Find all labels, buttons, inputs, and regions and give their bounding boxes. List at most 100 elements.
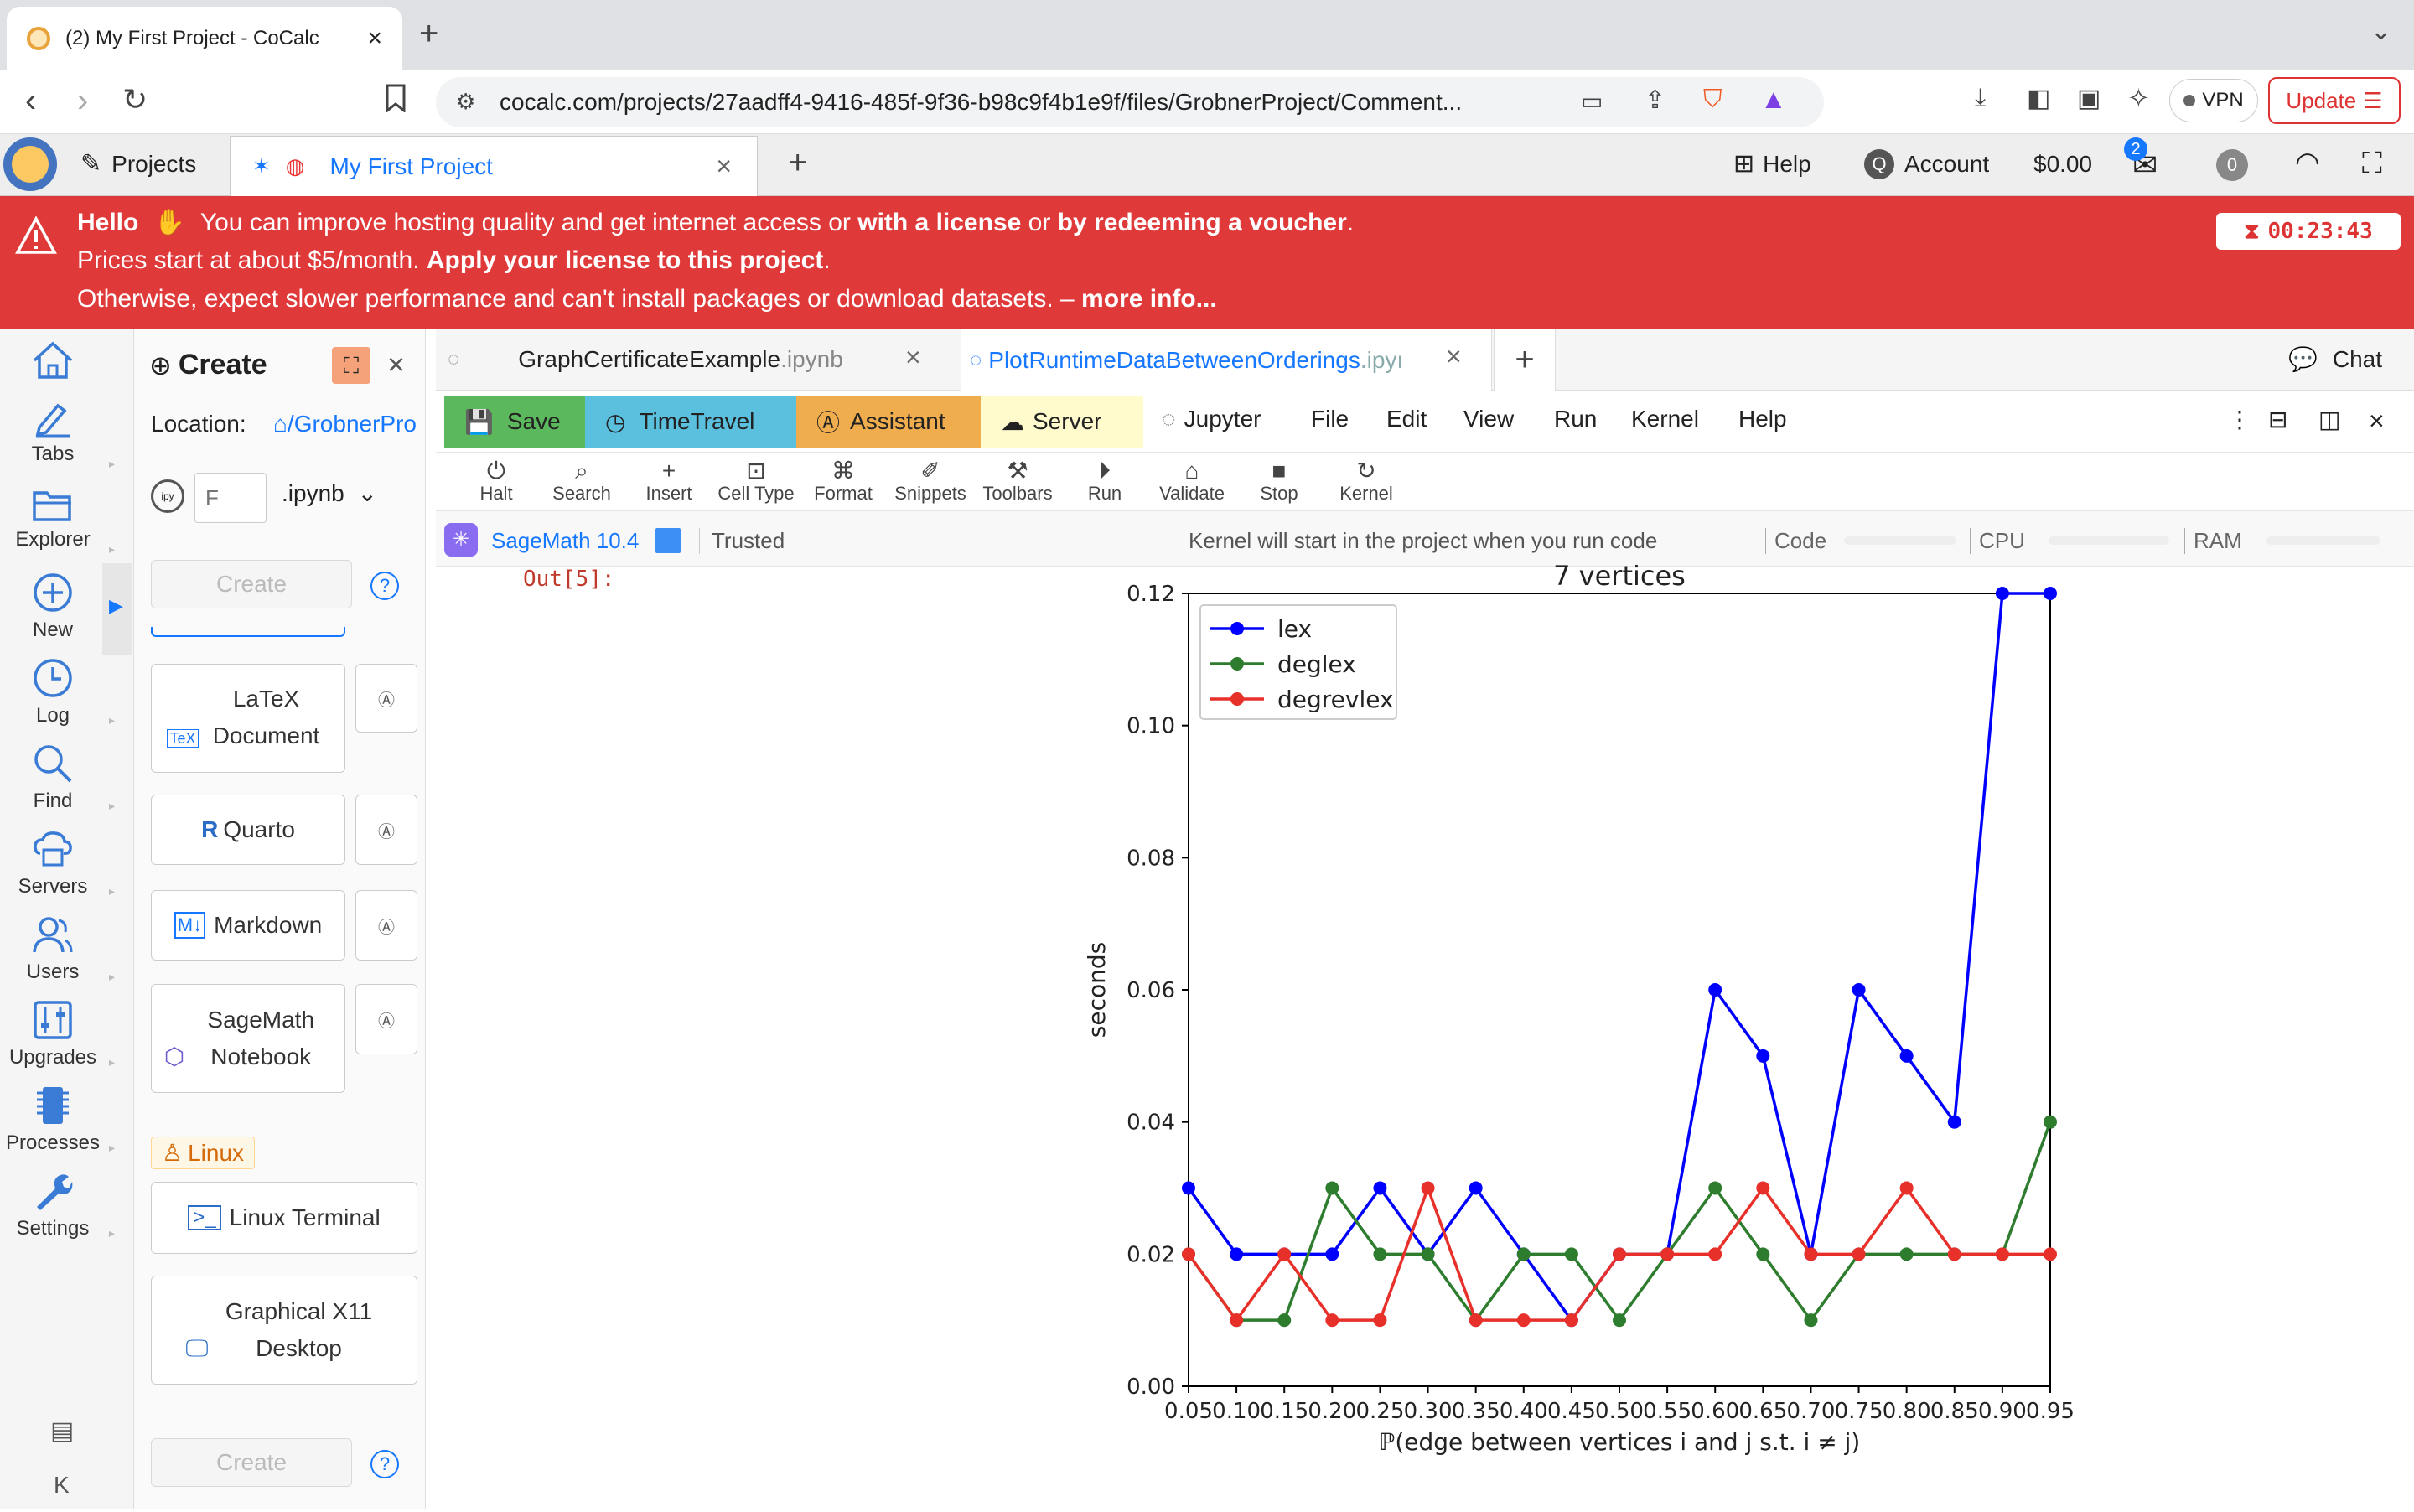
connection-wifi-icon[interactable]: ◠ [2295, 146, 2320, 179]
vpn-button[interactable]: VPN [2169, 79, 2258, 122]
close-tab-icon[interactable]: × [367, 24, 382, 53]
split-horizontal-icon[interactable]: ⊟ [2268, 406, 2287, 433]
site-settings-icon[interactable]: ⚙ [456, 89, 475, 115]
timetravel-button[interactable]: ◷ TimeTravel [585, 396, 796, 448]
save-button[interactable]: 💾 Save [444, 396, 585, 448]
sidebar-toggle-icon[interactable]: ◧ [2027, 84, 2050, 113]
jupyter-menu[interactable]: ◌ Jupyter [1162, 406, 1261, 432]
download-icon[interactable]: ⤓ [1975, 84, 1986, 112]
trusted-label[interactable]: Trusted [699, 528, 785, 554]
rail-settings[interactable]: Settings [0, 1170, 106, 1240]
voucher-link[interactable]: by redeeming a voucher [1058, 209, 1347, 236]
tab-list-chevron-icon[interactable]: ⌄ [2370, 17, 2391, 46]
latex-ai-button[interactable]: Ⓐ [355, 664, 417, 733]
server-button[interactable]: ☁ Server [981, 396, 1143, 448]
balance[interactable]: $0.00 [2033, 151, 2092, 178]
file-tab-graph-certificate[interactable]: ◌ GraphCertificateExample .ipynb × [436, 329, 956, 391]
back-icon[interactable]: ‹ [25, 82, 36, 120]
tool-snippets[interactable]: ✐ Snippets [888, 453, 972, 505]
linux-terminal-button[interactable]: >_ Linux Terminal [151, 1182, 417, 1254]
tool-toolbars[interactable]: ⚒ Toolbars [976, 453, 1059, 505]
menu-run[interactable]: Run [1554, 406, 1597, 432]
new-project-tab-icon[interactable]: + [788, 144, 807, 182]
create-button-top[interactable]: Create [151, 560, 352, 608]
location-path[interactable]: ⌂/GrobnerPro [273, 411, 426, 438]
menu-kernel[interactable]: Kernel [1631, 406, 1699, 432]
account-nav-item[interactable]: Q Account [1864, 149, 1989, 179]
split-vertical-icon[interactable]: ◫ [2318, 406, 2340, 433]
fullscreen-icon[interactable]: ⛶ [2362, 148, 2382, 180]
extension-select[interactable]: .ipynb ⌄ [282, 479, 377, 507]
menu-help[interactable]: Help [1738, 406, 1787, 432]
close-active-file-tab-icon[interactable]: × [1446, 341, 1462, 372]
tool-run[interactable]: ⏵ Run [1063, 453, 1147, 505]
update-button[interactable]: Update ☰ [2268, 77, 2401, 124]
markdown-ai-button[interactable]: Ⓐ [355, 890, 417, 961]
rail-new[interactable]: New [0, 572, 106, 642]
more-info-link[interactable]: more info... [1081, 285, 1217, 313]
rail-servers[interactable]: Servers [0, 828, 106, 898]
rewards-icon[interactable]: ▲ [1760, 84, 1787, 115]
browser-tab[interactable]: (2) My First Project - CoCalc × [7, 7, 402, 70]
markdown-button[interactable]: M↓ Markdown [151, 890, 345, 961]
menu-file[interactable]: File [1311, 406, 1349, 432]
close-panel-icon[interactable]: × [387, 347, 405, 382]
quarto-ai-button[interactable]: Ⓐ [355, 795, 417, 865]
layout-toggle-icon[interactable]: ▤ [50, 1416, 74, 1446]
projects-nav-item[interactable]: ✎ Projects [80, 149, 196, 179]
rail-tabs[interactable]: Tabs [0, 399, 106, 466]
cast-icon[interactable]: ▭ [1581, 87, 1603, 115]
license-link[interactable]: with a license [857, 209, 1021, 236]
x11-desktop-button[interactable]: 🖵 Graphical X11 Desktop [151, 1276, 417, 1385]
tool-insert[interactable]: + Insert [627, 453, 711, 505]
tool-search[interactable]: ⌕ Search [540, 453, 624, 505]
reload-icon[interactable]: ↻ [122, 82, 148, 117]
latex-document-button[interactable]: TeX LaTeX Document [151, 664, 345, 773]
tool-cell-type[interactable]: ⊡ Cell Type [714, 453, 798, 505]
assistant-button[interactable]: Ⓐ Assistant [796, 396, 981, 448]
brave-shield-icon[interactable]: ⛉ [1703, 85, 1722, 114]
help-circle-icon-bottom[interactable]: ? [370, 1450, 399, 1478]
close-project-tab-icon[interactable]: × [716, 151, 732, 182]
tool-halt[interactable]: ⏻ Halt [454, 453, 538, 505]
home-nav-item[interactable] [0, 340, 106, 386]
rail-users[interactable]: Users [0, 914, 106, 984]
tool-validate[interactable]: ⌂ Validate [1150, 453, 1234, 505]
chat-button[interactable]: 💬 Chat [2288, 345, 2382, 373]
menu-view[interactable]: View [1463, 406, 1514, 432]
project-tab[interactable]: ✶ ◍ My First Project × [230, 136, 758, 196]
leo-ai-icon[interactable]: ✧ [2127, 82, 2150, 114]
rail-find[interactable]: Find [0, 743, 106, 813]
rail-log[interactable]: Log [0, 657, 106, 728]
tool-stop[interactable]: ■ Stop [1237, 453, 1321, 505]
filename-input[interactable] [194, 473, 267, 523]
expand-panel-icon[interactable]: ⛶ [332, 347, 370, 384]
cocalc-logo-icon[interactable] [3, 137, 57, 191]
rail-processes[interactable]: Processes [0, 1085, 106, 1155]
kernel-name[interactable]: SageMath 10.4 [491, 528, 639, 554]
new-file-tab-button[interactable]: + [1494, 329, 1556, 391]
zero-badge[interactable]: 0 [2216, 149, 2248, 181]
help-circle-icon[interactable]: ? [370, 572, 399, 600]
url-field[interactable]: ⚙ cocalc.com/projects/27aadff4-9416-485f… [436, 77, 1824, 127]
quarto-button[interactable]: R Quarto [151, 795, 345, 865]
close-file-tab-icon[interactable]: × [905, 342, 921, 373]
sagemath-notebook-button[interactable]: ⬡ SageMath Notebook [151, 984, 345, 1093]
menu-edit[interactable]: Edit [1386, 406, 1427, 432]
forward-icon[interactable]: › [77, 82, 88, 120]
close-frame-icon[interactable]: × [2369, 406, 2385, 437]
file-tab-plot-runtime[interactable]: ◌ PlotRuntimeDataBetweenOrderings .ipyı × [961, 329, 1492, 391]
collapse-rail-icon[interactable]: K [54, 1472, 70, 1499]
new-tab-icon[interactable]: + [419, 15, 438, 53]
create-button-bottom[interactable]: Create [151, 1438, 352, 1487]
rail-upgrades[interactable]: Upgrades [0, 999, 106, 1069]
tool-format[interactable]: ⌘ Format [801, 453, 885, 505]
share-icon[interactable]: ⇪ [1645, 85, 1665, 115]
wallet-icon[interactable]: ▣ [2077, 84, 2101, 113]
more-vertical-icon[interactable]: ⋮ [2228, 406, 2251, 433]
help-nav-item[interactable]: ⊞ Help [1733, 149, 1811, 179]
bookmark-icon[interactable] [384, 84, 407, 112]
tool-kernel[interactable]: ↻ Kernel [1324, 453, 1408, 505]
rail-explorer[interactable]: Explorer [0, 486, 106, 551]
apply-license-link[interactable]: Apply your license to this project [427, 246, 823, 274]
